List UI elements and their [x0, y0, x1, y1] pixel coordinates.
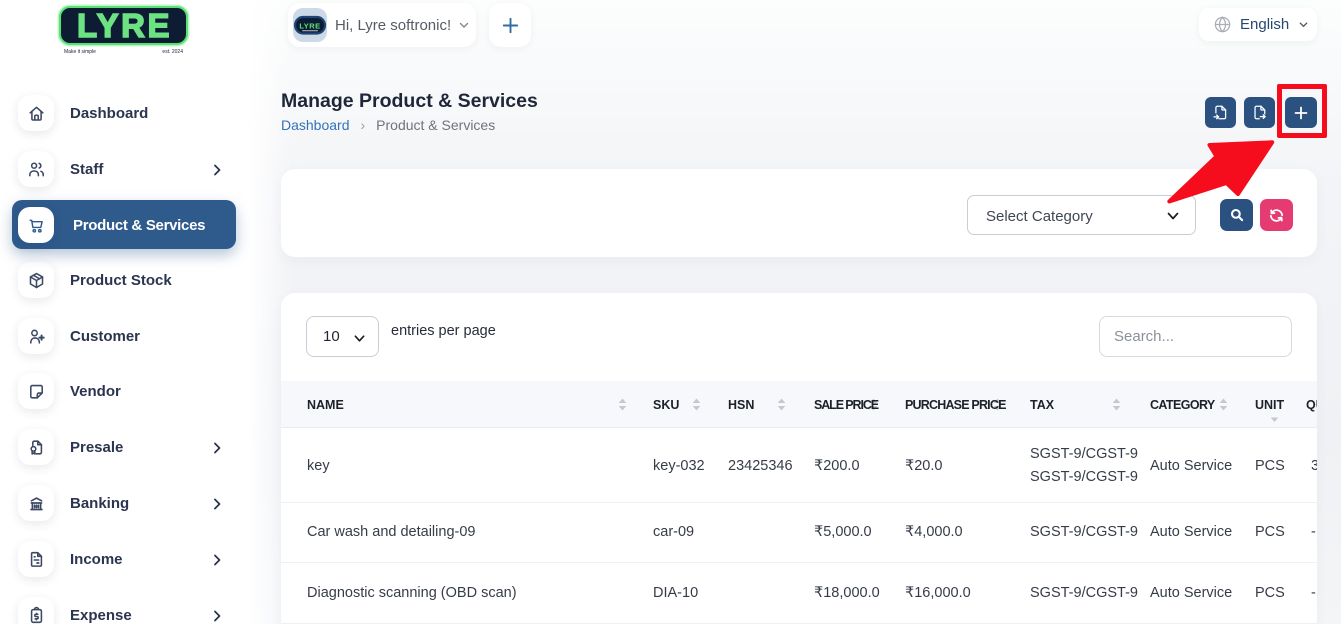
svg-text:LYRE: LYRE — [299, 21, 320, 30]
